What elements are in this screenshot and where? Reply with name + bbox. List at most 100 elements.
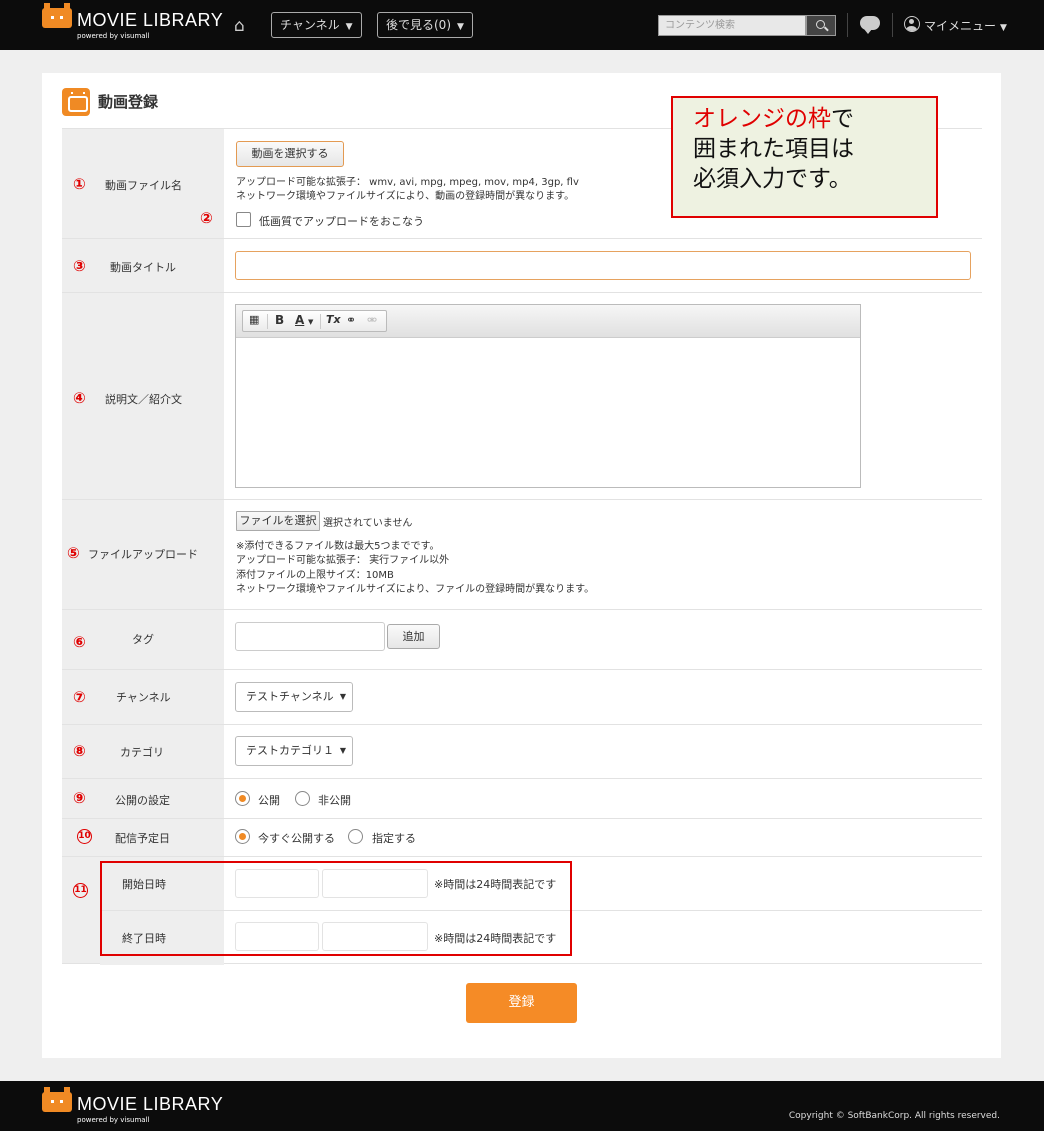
remove-format-icon[interactable]: Tx	[326, 313, 341, 326]
file-note-1: ※添付できるファイル数は最大5つまでです。	[236, 541, 440, 552]
chevron-down-icon: ▼	[1000, 23, 1007, 33]
number-10: 10	[77, 829, 92, 844]
watch-later-dropdown[interactable]: 後で見る(0) ▼	[377, 12, 473, 38]
file-note-2: アップロード可能な拡張子： 実行ファイル以外	[236, 555, 450, 566]
file-note-3: 添付ファイルの上限サイズ：10MB	[236, 570, 394, 581]
note-line-1: オレンジの枠で	[693, 104, 936, 134]
row-category	[62, 724, 982, 778]
choose-file-button[interactable]: ファイルを選択	[236, 511, 320, 531]
description-editor[interactable]: ▦ B A ▼ Tx ⚭ ⚮	[235, 304, 861, 488]
copyright-text: Copyright © SoftBankCorp. All rights res…	[788, 1111, 1000, 1121]
video-icon	[62, 88, 90, 116]
public-radio[interactable]	[235, 791, 250, 806]
text-color-icon[interactable]: A	[295, 313, 304, 327]
top-header: MOVIE LIBRARY powered by visumall ⌂ チャンネ…	[0, 0, 1044, 50]
watch-later-label: 後で見る(0)	[386, 18, 451, 32]
specify-date-radio[interactable]	[348, 829, 363, 844]
number-5: ⑤	[67, 544, 80, 562]
toolbar-divider	[267, 314, 268, 329]
channel-select[interactable]: テストチャンネル ▼	[235, 682, 353, 712]
file-status-text: 選択されていません	[323, 518, 413, 529]
video-title-label: 動画タイトル	[110, 261, 176, 274]
toolbar-divider	[320, 314, 321, 329]
unlink-icon[interactable]: ⚮	[367, 313, 377, 327]
note-line-2: 囲まれた項目は	[693, 136, 854, 162]
file-note-4: ネットワーク環境やファイルサイズにより、ファイルの登録時間が異なります。	[236, 584, 595, 595]
footer-logo-title: MOVIE LIBRARY	[77, 1094, 224, 1114]
row-tag	[62, 609, 982, 669]
number-2: ②	[200, 209, 213, 227]
low-quality-label: 低画質でアップロードをおこなう	[259, 215, 424, 228]
search-icon[interactable]	[806, 15, 836, 36]
my-menu-dropdown[interactable]: マイメニュー ▼	[924, 17, 1007, 34]
number-3: ③	[73, 257, 86, 275]
description-label: 説明文／紹介文	[105, 393, 182, 406]
category-label: カテゴリ	[120, 746, 164, 759]
file-upload-label: ファイルアップロード	[88, 548, 198, 561]
annotation-frame	[100, 861, 572, 956]
number-6: ⑥	[73, 633, 86, 651]
publish-now-label: 今すぐ公開する	[258, 832, 335, 845]
search-input[interactable]: コンテンツ検索	[658, 15, 806, 36]
footer-logo-subtitle: powered by visumall	[77, 1116, 150, 1124]
note-highlight: オレンジの枠	[693, 106, 831, 132]
visibility-label: 公開の設定	[115, 794, 170, 807]
logo-mark-icon	[42, 3, 72, 28]
channel-dropdown-label: チャンネル	[280, 18, 340, 32]
video-extensions-text: アップロード可能な拡張子： wmv, avi, mpg, mpeg, mov, …	[236, 177, 579, 188]
footer: MOVIE LIBRARY powered by visumall Copyri…	[0, 1081, 1044, 1131]
tag-input[interactable]	[235, 622, 385, 651]
select-video-button[interactable]: 動画を選択する	[236, 141, 344, 167]
my-menu-label: マイメニュー	[924, 19, 997, 33]
video-title-input[interactable]	[235, 251, 971, 280]
user-icon[interactable]	[904, 16, 920, 32]
number-4: ④	[73, 389, 86, 407]
add-tag-button[interactable]: 追加	[387, 624, 440, 649]
category-select[interactable]: テストカテゴリ１ ▼	[235, 736, 353, 766]
private-radio-label: 非公開	[318, 794, 351, 807]
page-title: 動画登録	[98, 93, 159, 111]
channel-select-value: テストチャンネル	[246, 690, 334, 703]
number-11: 11	[73, 883, 88, 898]
note-line-3: 必須入力です。	[693, 166, 852, 192]
public-radio-label: 公開	[258, 794, 280, 807]
home-icon[interactable]: ⌂	[234, 16, 245, 36]
chevron-down-icon: ▼	[345, 22, 353, 32]
note-line-1-rest: で	[831, 106, 854, 132]
register-button[interactable]: 登録	[466, 983, 577, 1023]
tag-label: タグ	[132, 633, 154, 646]
number-7: ⑦	[73, 688, 86, 706]
schedule-label: 配信予定日	[115, 832, 170, 845]
row-channel	[62, 669, 982, 724]
number-9: ⑨	[73, 789, 86, 807]
editor-button-group: ▦ B A ▼ Tx ⚭ ⚮	[242, 310, 387, 332]
label-cell	[62, 857, 100, 963]
header-divider	[847, 13, 848, 37]
required-note-box: オレンジの枠で 囲まれた項目は 必須入力です。	[671, 96, 938, 218]
link-icon[interactable]: ⚭	[346, 313, 356, 327]
editor-toolbar: ▦ B A ▼ Tx ⚭ ⚮	[236, 305, 860, 338]
chevron-down-icon: ▼	[339, 692, 346, 701]
bold-icon[interactable]: B	[275, 313, 284, 327]
chevron-down-icon: ▼	[457, 22, 464, 32]
chat-icon[interactable]	[860, 16, 880, 34]
channel-label: チャンネル	[116, 691, 171, 704]
number-8: ⑧	[73, 742, 86, 760]
video-file-label: 動画ファイル名	[105, 179, 182, 192]
video-network-note: ネットワーク環境やファイルサイズにより、動画の登録時間が異なります。	[236, 191, 575, 202]
row-schedule	[62, 818, 982, 856]
logo-mark-icon	[42, 1087, 72, 1112]
category-select-value: テストカテゴリ１	[246, 744, 334, 757]
chevron-down-icon: ▼	[308, 318, 314, 326]
publish-now-radio[interactable]	[235, 829, 250, 844]
row-visibility	[62, 778, 982, 818]
logo-subtitle: powered by visumall	[77, 32, 150, 40]
private-radio[interactable]	[295, 791, 310, 806]
specify-date-label: 指定する	[372, 832, 416, 845]
number-1: ①	[73, 175, 86, 193]
source-icon[interactable]: ▦	[249, 313, 259, 326]
low-quality-checkbox[interactable]	[236, 212, 251, 227]
logo-title: MOVIE LIBRARY	[77, 10, 224, 30]
channel-dropdown[interactable]: チャンネル ▼	[271, 12, 362, 38]
header-divider	[892, 13, 893, 37]
